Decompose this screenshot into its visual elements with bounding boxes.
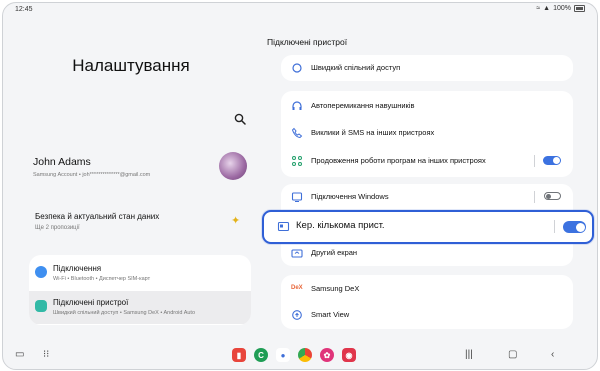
- signal-icon: ▲: [543, 5, 551, 12]
- multi-control-icon: [277, 221, 290, 232]
- wifi-icon: [35, 266, 47, 278]
- battery-icon: [574, 5, 585, 12]
- clock: 12:45: [15, 6, 33, 13]
- dex-icon: DeX: [291, 285, 303, 291]
- device-frame: 12:45 ≈ ▲ 100% Налаштування John Adams S…: [2, 2, 598, 370]
- account-profile[interactable]: John Adams Samsung Account • joh********…: [33, 151, 248, 185]
- sidebar-item-label: Підключені пристрої: [53, 298, 129, 307]
- camera-app-icon[interactable]: ◉: [342, 348, 356, 362]
- sidebar-item-connections[interactable]: Підключення Wi-Fi • Bluetooth • Диспетче…: [29, 257, 251, 290]
- home-icon[interactable]: ▢: [508, 349, 517, 360]
- row-label: Продовження роботи програм на інших прис…: [311, 156, 486, 165]
- continue-apps-toggle[interactable]: [543, 156, 561, 165]
- chrome-app-icon[interactable]: [298, 348, 312, 362]
- connected-devices-icon: [35, 300, 47, 312]
- divider: [534, 191, 535, 203]
- windows-link-row[interactable]: Підключення Windows: [281, 184, 573, 210]
- second-screen-icon: [291, 249, 303, 258]
- security-suggestions[interactable]: Безпека й актуальний стан даних Ще 2 про…: [35, 211, 247, 235]
- row-label: Автоперемикання навушників: [311, 101, 415, 110]
- row-label: Швидкий спільний доступ: [311, 63, 401, 72]
- quick-share-row[interactable]: Швидкий спільний доступ: [281, 55, 573, 81]
- phone-icon: [291, 127, 303, 139]
- row-label: Виклики й SMS на інших пристроях: [311, 128, 435, 137]
- smart-view-row[interactable]: Smart View: [281, 302, 573, 328]
- status-icons: ≈ ▲ 100%: [536, 5, 585, 12]
- security-title: Безпека й актуальний стан даних: [35, 212, 160, 221]
- security-subtitle: Ще 2 пропозиції: [35, 225, 80, 231]
- row-label: Кер. кількома прист.: [296, 220, 385, 231]
- sidebar-item-subtitle: Швидкий спільний доступ • Samsung DeX • …: [53, 310, 196, 316]
- page-title: Налаштування: [72, 56, 190, 75]
- flipboard-app-icon[interactable]: ▮: [232, 348, 246, 362]
- smart-view-icon: [292, 310, 302, 320]
- sidebar-item-label: Підключення: [53, 264, 102, 273]
- multi-control-toggle[interactable]: [563, 221, 586, 233]
- navigation-bar: ▭ ⁝⁝ ▮ C ● ✿ ◉ ||| ▢ ‹: [3, 345, 597, 369]
- avatar[interactable]: [219, 152, 247, 180]
- row-label: Smart View: [311, 310, 350, 319]
- windows-link-icon: [291, 192, 303, 202]
- continuity-card: Автоперемикання навушників Виклики й SMS…: [281, 91, 573, 177]
- recents-icon[interactable]: |||: [465, 349, 473, 360]
- divider: [554, 220, 555, 233]
- wifi-icon: ≈: [536, 5, 541, 12]
- app-drawer-icon[interactable]: ⁝⁝: [43, 349, 49, 360]
- account-name: John Adams: [33, 156, 91, 168]
- apps-grid-icon: [292, 156, 302, 166]
- settings-menu: Підключення Wi-Fi • Bluetooth • Диспетче…: [29, 255, 251, 325]
- continue-apps-row[interactable]: Продовження роботи програм на інших прис…: [281, 148, 573, 174]
- auto-switch-buds-row[interactable]: Автоперемикання навушників: [281, 93, 573, 119]
- divider: [534, 155, 535, 167]
- multi-control-row[interactable]: Кер. кількома прист.: [262, 210, 594, 244]
- status-bar: 12:45 ≈ ▲ 100%: [3, 3, 597, 17]
- app-dock: ▮ C ● ✿ ◉: [232, 348, 356, 362]
- dex-card: DeX Samsung DeX Smart View: [281, 275, 573, 329]
- messages-app-icon[interactable]: ●: [276, 348, 290, 362]
- account-email: Samsung Account • joh**************@gmai…: [33, 172, 151, 178]
- section-title: Підключені пристрої: [267, 37, 348, 47]
- sidebar-item-subtitle: Wi-Fi • Bluetooth • Диспетчер SIM-карт: [53, 276, 151, 282]
- row-label: Другий екран: [311, 248, 358, 257]
- quick-share-icon: [292, 63, 302, 73]
- back-icon[interactable]: ‹: [551, 349, 554, 360]
- phone-app-icon[interactable]: C: [254, 348, 268, 362]
- screenshot-icon[interactable]: ▭: [15, 349, 24, 360]
- windows-link-toggle[interactable]: [544, 192, 561, 200]
- headphones-icon: [292, 101, 302, 110]
- search-icon[interactable]: [234, 113, 246, 125]
- quick-share-card: Швидкий спільний доступ: [281, 55, 573, 81]
- sparkle-icon: ✦: [231, 215, 241, 227]
- battery-percent: 100%: [553, 5, 571, 12]
- samsung-dex-row[interactable]: DeX Samsung DeX: [281, 276, 573, 302]
- row-label: Підключення Windows: [311, 192, 389, 201]
- sidebar-item-connected-devices[interactable]: Підключені пристрої Швидкий спільний дос…: [29, 291, 251, 324]
- gallery-app-icon[interactable]: ✿: [320, 348, 334, 362]
- calls-sms-row[interactable]: Виклики й SMS на інших пристроях: [281, 120, 573, 146]
- row-label: Samsung DeX: [311, 284, 360, 293]
